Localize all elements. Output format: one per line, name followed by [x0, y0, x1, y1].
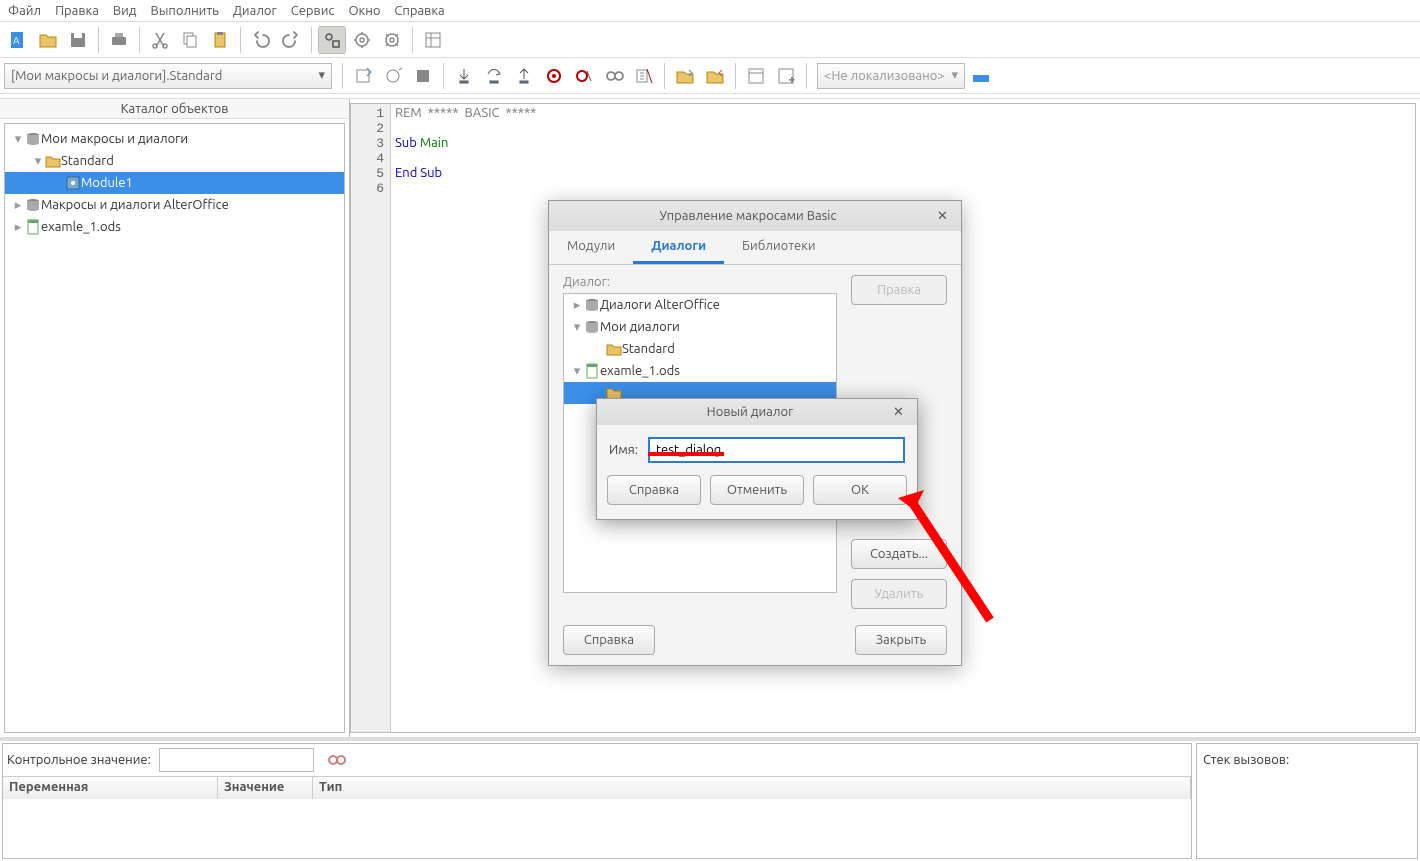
stack-label: Стек вызовов: [1203, 753, 1289, 767]
col-type[interactable]: Тип [313, 777, 1191, 799]
watch-table: Переменная Значение Тип [3, 776, 1191, 799]
create-button[interactable]: Создать... [851, 539, 947, 569]
menu-bar: Файл Правка Вид Выполнить Диалог Сервис … [0, 0, 1420, 22]
cut-icon[interactable] [146, 26, 174, 54]
library-select[interactable]: [Мои макросы и диалоги].Standard ▾ [4, 63, 332, 89]
locale-select[interactable]: <Не локализовано> ▾ [817, 63, 965, 89]
watch-pane: Контрольное значение: Переменная Значени… [2, 743, 1192, 859]
cancel-button[interactable]: Отменить [710, 475, 804, 505]
menu-tools[interactable]: Сервис [291, 4, 335, 18]
annotation-underline [648, 452, 724, 456]
chevron-down-icon: ▾ [951, 68, 958, 83]
save-icon[interactable] [64, 26, 92, 54]
find-icon[interactable] [630, 62, 658, 90]
menu-dialog[interactable]: Диалог [233, 4, 277, 18]
line-gutter: 123456 [351, 104, 391, 732]
macro-tree-item[interactable]: Standard [564, 338, 836, 360]
macro-dialog-title: Управление макросами Basic [559, 209, 937, 223]
new-dialog-titlebar[interactable]: Новый диалог ✕ [597, 399, 917, 425]
tree-item[interactable]: ▾Мои макросы и диалоги [5, 128, 344, 150]
col-variable[interactable]: Переменная [3, 777, 218, 799]
new-dialog-window: Новый диалог ✕ Имя: Справка Отменить ОК [596, 398, 918, 520]
name-input[interactable] [648, 437, 905, 463]
main-toolbar: A [0, 22, 1420, 58]
catalog-tree[interactable]: ▾Мои макросы и диалоги▾Standard Module1▸… [4, 123, 345, 733]
watch-input[interactable] [159, 748, 314, 772]
export-basic-icon[interactable] [701, 62, 729, 90]
help-button[interactable]: Справка [563, 625, 655, 655]
call-stack-pane: Стек вызовов: [1196, 743, 1418, 859]
tree-item[interactable]: ▾Standard [5, 150, 344, 172]
new-icon[interactable]: A [4, 26, 32, 54]
macro-tree-label: Диалог: [563, 275, 837, 289]
object-catalog: Каталог объектов ▾Мои макросы и диалоги▾… [0, 99, 350, 737]
import-basic-icon[interactable] [671, 62, 699, 90]
macro-tree-item[interactable]: ▾Мои диалоги [564, 316, 836, 338]
macro-tabs: Модули Диалоги Библиотеки [549, 231, 961, 265]
close-icon[interactable]: ✕ [937, 209, 951, 223]
breakpoint-icon[interactable] [540, 62, 568, 90]
menu-help[interactable]: Справка [394, 4, 444, 18]
copy-icon[interactable] [176, 26, 204, 54]
manage-breakpoints-icon[interactable] [570, 62, 598, 90]
menu-window[interactable]: Окно [348, 4, 380, 18]
tab-dialogs[interactable]: Диалоги [633, 231, 724, 264]
locale-select-value: <Не локализовано> [824, 69, 945, 83]
print-icon[interactable] [105, 26, 133, 54]
menu-file[interactable]: Файл [8, 4, 41, 18]
open-icon[interactable] [34, 26, 62, 54]
step-over-icon[interactable] [480, 62, 508, 90]
col-value[interactable]: Значение [218, 777, 313, 799]
tab-modules[interactable]: Модули [549, 231, 633, 264]
library-select-value: [Мои макросы и диалоги].Standard [11, 69, 222, 83]
name-label: Имя: [609, 443, 638, 457]
watch-icon[interactable] [600, 62, 628, 90]
stop-icon[interactable] [409, 62, 437, 90]
step-into-icon[interactable] [450, 62, 478, 90]
redo-icon[interactable] [277, 26, 305, 54]
chevron-down-icon: ▾ [318, 68, 325, 83]
tree-item[interactable]: ▸examle_1.ods [5, 216, 344, 238]
manage-language-icon[interactable] [967, 62, 995, 90]
tree-item[interactable]: Module1 [5, 172, 344, 194]
tree-item[interactable]: ▸Макросы и диалоги AlterOffice [5, 194, 344, 216]
import-dialog-icon[interactable]: + [772, 62, 800, 90]
export-dialog-icon[interactable] [742, 62, 770, 90]
close-icon[interactable]: ✕ [893, 405, 907, 419]
macro-dialog-titlebar[interactable]: Управление макросами Basic ✕ [549, 201, 961, 231]
menu-run[interactable]: Выполнить [150, 4, 218, 18]
modules-icon[interactable] [378, 26, 406, 54]
undo-icon[interactable] [247, 26, 275, 54]
svg-text:+: + [789, 74, 795, 85]
object-catalog-icon[interactable] [318, 26, 346, 54]
delete-button[interactable]: Удалить [851, 579, 947, 609]
help-button[interactable]: Справка [607, 475, 701, 505]
ok-button[interactable]: ОК [813, 475, 907, 505]
watch-label: Контрольное значение: [7, 753, 151, 767]
form-controls-icon[interactable] [419, 26, 447, 54]
paste-icon[interactable] [206, 26, 234, 54]
svg-text:A: A [13, 35, 20, 46]
step-out-icon[interactable] [510, 62, 538, 90]
macros-icon[interactable] [348, 26, 376, 54]
tab-libraries[interactable]: Библиотеки [724, 231, 834, 264]
macro-tree-item[interactable]: ▾examle_1.ods [564, 360, 836, 382]
menu-edit[interactable]: Правка [55, 4, 99, 18]
edit-button[interactable]: Правка [851, 275, 947, 305]
secondary-toolbar: [Мои макросы и диалоги].Standard ▾ + <Не… [0, 58, 1420, 94]
macro-tree-item[interactable]: ▸Диалоги AlterOffice [564, 294, 836, 316]
close-button[interactable]: Закрыть [855, 625, 947, 655]
compile-icon[interactable] [349, 62, 377, 90]
menu-view[interactable]: Вид [113, 4, 137, 18]
watch-glasses-icon[interactable] [322, 746, 350, 774]
new-dialog-title: Новый диалог [607, 405, 893, 419]
run-icon[interactable] [379, 62, 407, 90]
catalog-title: Каталог объектов [0, 99, 349, 119]
